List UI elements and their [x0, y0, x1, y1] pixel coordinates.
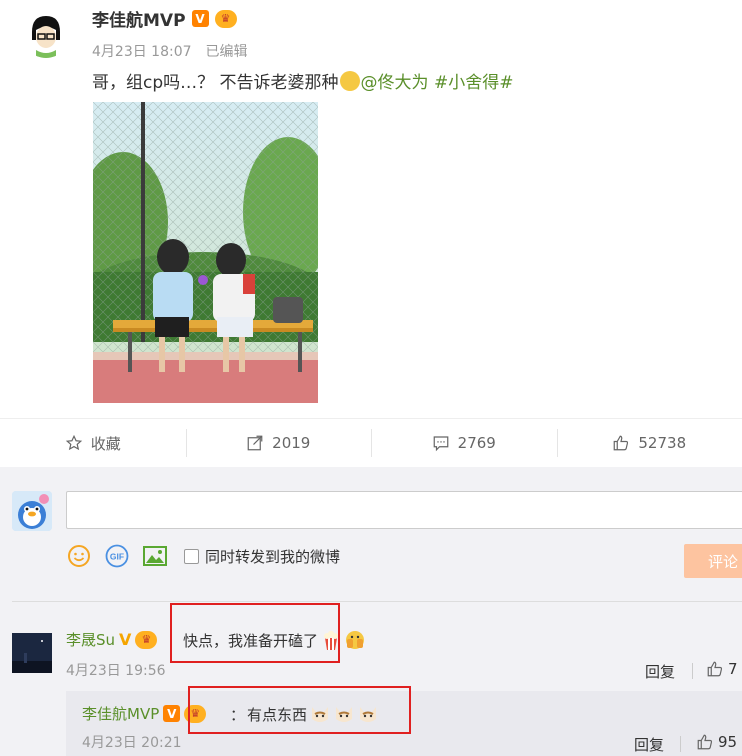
commenter-avatar[interactable] — [12, 633, 52, 673]
comment-icon — [433, 436, 449, 452]
my-avatar[interactable] — [12, 491, 52, 531]
action-bar: 收藏 2019 2769 52738 — [0, 418, 742, 467]
composer-tools: GIF 同时转发到我的微博 — [66, 543, 340, 569]
divider — [12, 601, 742, 602]
comment-author-row: 李晟Su V ♛ — [66, 629, 158, 650]
post-date[interactable]: 4月23日 18:07 — [92, 41, 192, 61]
reply-link[interactable]: 回复 — [645, 661, 675, 682]
repost-button[interactable]: 2019 — [185, 419, 372, 467]
comment-button[interactable]: 2769 — [371, 419, 557, 467]
comment-like-count: 7 — [728, 660, 738, 678]
emoji-icon[interactable] — [66, 543, 92, 569]
reply-link[interactable]: 回复 — [634, 734, 664, 755]
author-name[interactable]: 李佳航MVP — [92, 6, 186, 31]
reply-like-count: 95 — [718, 733, 738, 751]
repost-checkbox[interactable]: 同时转发到我的微博 — [184, 546, 340, 567]
comment-count: 2769 — [457, 434, 496, 452]
highlight-box — [188, 686, 411, 734]
post-meta: 4月23日 18:07 已编辑 — [92, 41, 248, 61]
post-text: 哥，组cp吗…？ 不告诉老婆那种 @佟大为 #小舍得# — [92, 68, 513, 93]
gif-text: GIF — [110, 552, 124, 562]
like-count: 52738 — [638, 434, 687, 452]
share-icon — [247, 435, 263, 451]
author-avatar[interactable] — [22, 10, 70, 58]
weibo-post: 李佳航MVP V ♛ 4月23日 18:07 已编辑 哥，组cp吗…？ 不告诉老… — [0, 0, 742, 418]
reply-time: 4月23日 20:21 — [82, 735, 182, 751]
doge-emoji-icon — [339, 71, 360, 91]
comment-input[interactable] — [66, 491, 742, 529]
post-image[interactable] — [93, 102, 318, 403]
verified-badge-icon: V — [163, 705, 181, 722]
hashtag-link[interactable]: #小舍得# — [434, 73, 514, 93]
reply-author-name[interactable]: 李佳航MVP — [82, 703, 159, 724]
edited-label: 已编辑 — [205, 44, 248, 60]
thumbs-up-icon — [707, 661, 723, 677]
separator — [692, 663, 693, 679]
thumbs-up-icon — [614, 435, 629, 451]
clap-emoji-icon — [346, 631, 365, 649]
comment-section: GIF 同时转发到我的微博 评论 李晟Su V ♛ 快点，我准备开磕了 4月23… — [0, 467, 742, 756]
repost-count: 2019 — [272, 434, 311, 452]
mention-link[interactable]: @佟大为 — [361, 73, 429, 93]
repost-checkbox-label: 同时转发到我的微博 — [205, 547, 341, 566]
post-text-body: 哥，组cp吗…？ 不告诉老婆那种 — [92, 73, 339, 93]
star-icon — [65, 434, 82, 451]
verified-badge-icon: V — [191, 10, 209, 27]
checkbox-box[interactable] — [184, 548, 199, 564]
highlight-box — [170, 603, 340, 663]
gif-icon[interactable]: GIF — [104, 543, 130, 569]
like-button[interactable]: 52738 — [556, 419, 742, 467]
submit-comment-button[interactable]: 评论 — [684, 544, 742, 578]
author-row: 李佳航MVP V ♛ — [92, 6, 237, 31]
comment-like-button[interactable]: 7 — [706, 660, 738, 678]
fan-badge-icon: ♛ — [135, 630, 158, 649]
fan-badge-icon: ♛ — [214, 9, 237, 28]
thumbs-up-icon — [697, 734, 713, 750]
reply-like-button[interactable]: 95 — [696, 733, 737, 751]
image-icon[interactable] — [142, 543, 168, 569]
comment-time: 4月23日 19:56 — [66, 663, 166, 679]
separator — [680, 736, 681, 752]
favorite-button[interactable]: 收藏 — [0, 419, 186, 467]
favorite-label: 收藏 — [90, 434, 121, 453]
comment-author-name[interactable]: 李晟Su — [66, 629, 115, 650]
verified-yellow-icon: V — [119, 630, 132, 649]
